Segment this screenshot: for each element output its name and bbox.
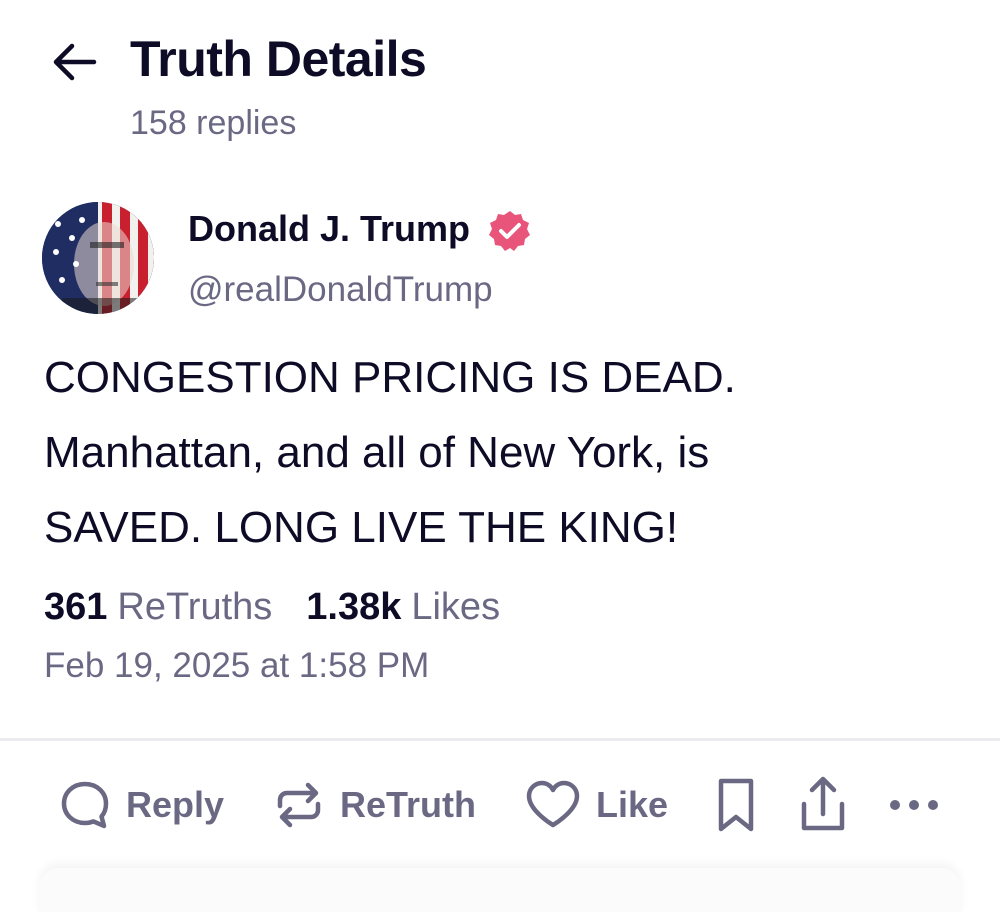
retruth-label: ReTruth (340, 784, 477, 825)
back-arrow-icon (53, 43, 97, 81)
author-name[interactable]: Donald J. Trump (188, 208, 470, 250)
post-stats: 361 ReTruths 1.38k Likes (44, 586, 500, 629)
like-button[interactable]: Like (524, 770, 668, 840)
post-line: SAVED. LONG LIVE THE KING! (44, 503, 679, 552)
reply-icon (61, 781, 109, 829)
share-icon (801, 776, 845, 831)
reply-button[interactable]: Reply (58, 770, 224, 840)
more-button[interactable] (886, 770, 942, 840)
retruths-count: 361 (44, 586, 108, 628)
page-title: Truth Details (130, 31, 427, 87)
reply-composer-card (40, 868, 960, 912)
author-handle[interactable]: @realDonaldTrump (188, 270, 493, 310)
likes-label: Likes (411, 586, 501, 628)
action-bar: Reply ReTruth Like (0, 770, 1000, 840)
likes-stat[interactable]: 1.38k Likes (306, 586, 500, 629)
reply-count: 158 replies (130, 104, 297, 142)
retruth-icon (277, 782, 321, 828)
more-icon (890, 800, 938, 810)
heart-icon (526, 780, 580, 828)
likes-count: 1.38k (306, 586, 402, 628)
header: Truth Details 158 replies (0, 0, 1000, 160)
post-line: CONGESTION PRICING IS DEAD. (44, 353, 736, 402)
bookmark-icon (718, 778, 754, 832)
avatar[interactable] (42, 202, 154, 314)
retruths-label: ReTruths (117, 586, 273, 628)
back-button[interactable] (46, 36, 102, 88)
post-timestamp: Feb 19, 2025 at 1:58 PM (44, 646, 430, 685)
retruth-button[interactable]: ReTruth (272, 770, 476, 840)
post-body: CONGESTION PRICING IS DEAD. Manhattan, a… (44, 340, 944, 565)
reply-label: Reply (126, 784, 225, 825)
avatar-image (42, 202, 154, 314)
divider (0, 738, 1000, 741)
like-label: Like (596, 784, 669, 825)
bookmark-button[interactable] (712, 770, 760, 840)
verified-badge-icon (489, 211, 530, 251)
retruths-stat[interactable]: 361 ReTruths (44, 586, 272, 629)
share-button[interactable] (796, 770, 850, 840)
post-line: Manhattan, and all of New York, is (44, 428, 710, 477)
truth-details-page: Truth Details 158 replies Donald J. Trum… (0, 0, 1000, 912)
